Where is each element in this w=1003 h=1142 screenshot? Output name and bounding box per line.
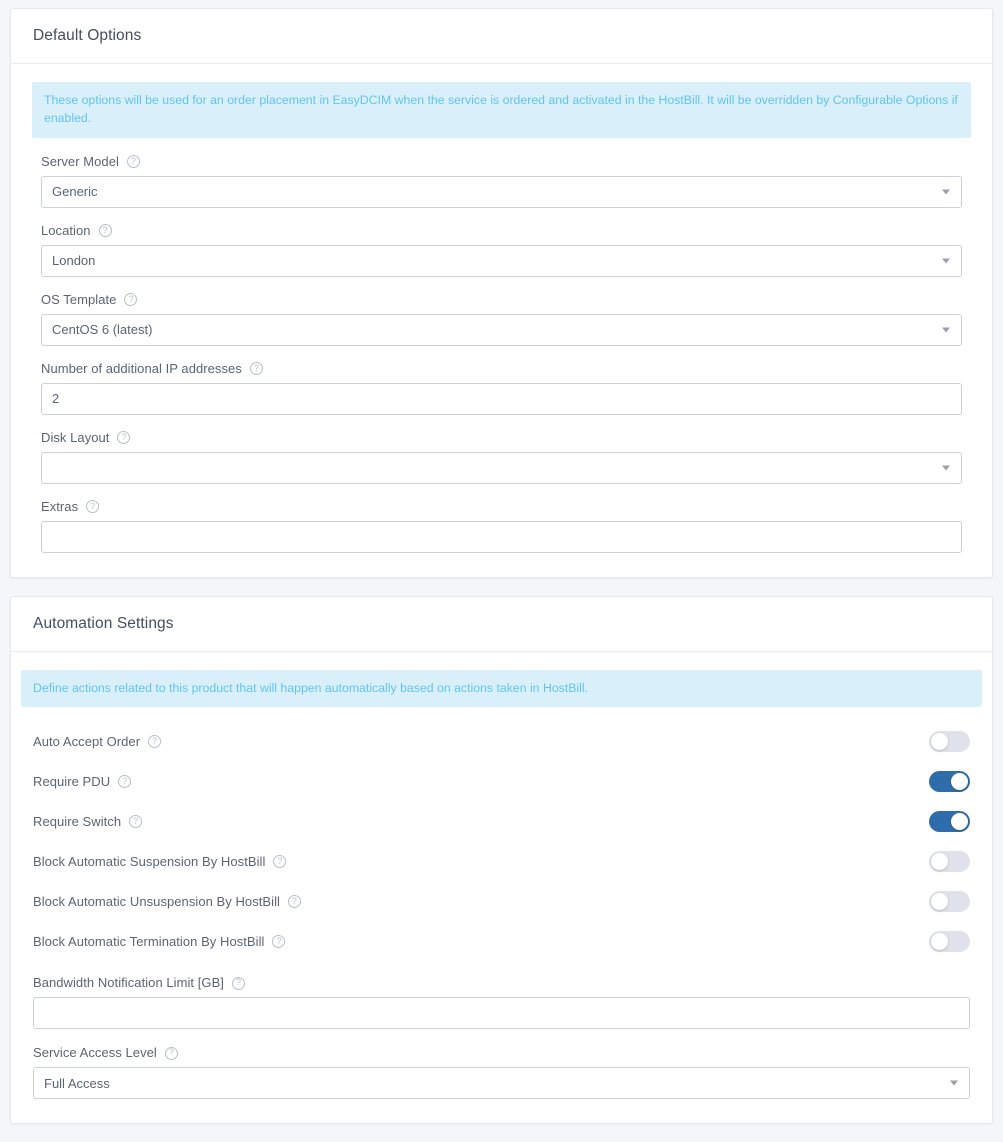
help-circle-icon[interactable]: ?	[273, 855, 287, 869]
label-extras: Extras ?	[41, 499, 962, 514]
field-bandwidth-notification-limit: Bandwidth Notification Limit [GB] ?	[21, 975, 982, 1030]
help-circle-icon[interactable]: ?	[231, 976, 245, 990]
help-circle-icon[interactable]: ?	[164, 1046, 178, 1060]
page-title: Default Options	[33, 27, 142, 44]
select-wrap-server-model: Generic	[41, 175, 962, 208]
label-additional-ip-addresses: Number of additional IP addresses ?	[41, 361, 962, 376]
row-auto-accept-order: Auto Accept Order ?	[21, 721, 982, 761]
field-service-access-level: Service Access Level ? Full Access	[21, 1045, 982, 1100]
field-extras: Extras ?	[32, 499, 971, 553]
label-text: Require Switch	[33, 813, 122, 829]
row-require-switch: Require Switch ?	[21, 801, 982, 841]
field-os-template: OS Template ? CentOS 6 (latest)	[32, 292, 971, 346]
label-service-access-level: Service Access Level ?	[33, 1045, 970, 1060]
default-options-card: Default Options These options will be us…	[10, 8, 993, 578]
select-wrap-location: London	[41, 244, 962, 277]
toggle-require-switch[interactable]	[929, 810, 970, 832]
help-circle-icon[interactable]: ?	[148, 735, 162, 749]
help-circle-icon[interactable]: ?	[124, 293, 138, 307]
toggle-block-automatic-unsuspension[interactable]	[929, 890, 970, 912]
os-template-select[interactable]: CentOS 6 (latest)	[41, 313, 962, 346]
row-block-automatic-suspension: Block Automatic Suspension By HostBill ?	[21, 841, 982, 881]
toggle-knob	[951, 812, 968, 830]
row-require-pdu: Require PDU ?	[21, 761, 982, 801]
section-title: Automation Settings	[33, 614, 174, 632]
row-block-automatic-unsuspension: Block Automatic Unsuspension By HostBill…	[21, 881, 982, 921]
toggle-knob	[931, 732, 948, 750]
label-text: Disk Layout	[41, 429, 110, 445]
help-circle-icon[interactable]: ?	[118, 775, 132, 789]
help-circle-icon[interactable]: ?	[287, 895, 301, 909]
field-location: Location ? London	[32, 223, 971, 277]
label-text: Block Automatic Suspension By HostBill	[33, 853, 266, 869]
label-os-template: OS Template ?	[41, 292, 962, 307]
select-wrap-service-access-level: Full Access	[33, 1067, 970, 1100]
help-circle-icon[interactable]: ?	[126, 155, 140, 169]
label-text: Server Model	[41, 153, 119, 169]
disk-layout-select[interactable]	[41, 451, 962, 484]
label-require-switch: Require Switch ?	[33, 813, 143, 829]
extras-input[interactable]	[41, 520, 962, 553]
toggle-auto-accept-order[interactable]	[929, 730, 970, 752]
label-require-pdu: Require PDU ?	[33, 773, 132, 789]
label-server-model: Server Model ?	[41, 154, 962, 169]
additional-ip-addresses-input[interactable]: 2	[41, 382, 962, 415]
automation-settings-body: Define actions related to this product t…	[11, 652, 992, 1124]
help-circle-icon[interactable]: ?	[272, 935, 286, 949]
toggle-knob	[931, 852, 948, 870]
label-text: Require PDU	[33, 773, 111, 789]
label-text: Location	[41, 222, 91, 238]
select-wrap-disk-layout	[41, 451, 962, 484]
automation-settings-info-banner: Define actions related to this product t…	[21, 669, 982, 708]
help-circle-icon[interactable]: ?	[249, 362, 263, 376]
label-text: Extras	[41, 498, 79, 514]
label-text: Service Access Level	[33, 1045, 157, 1061]
field-disk-layout: Disk Layout ?	[32, 430, 971, 484]
label-block-automatic-unsuspension: Block Automatic Unsuspension By HostBill…	[33, 894, 301, 909]
help-circle-icon[interactable]: ?	[117, 431, 131, 445]
default-options-header: Default Options	[11, 9, 992, 64]
row-block-automatic-termination: Block Automatic Termination By HostBill …	[21, 921, 982, 961]
field-server-model: Server Model ? Generic	[32, 154, 971, 208]
select-wrap-os-template: CentOS 6 (latest)	[41, 313, 962, 346]
bandwidth-notification-limit-input[interactable]	[33, 997, 970, 1030]
automation-settings-card: Automation Settings Define actions relat…	[10, 595, 993, 1125]
label-bandwidth-notification-limit: Bandwidth Notification Limit [GB] ?	[33, 975, 970, 990]
default-options-body: These options will be used for an order …	[11, 64, 992, 577]
label-text: Number of additional IP addresses	[41, 360, 242, 376]
automation-settings-header: Automation Settings	[11, 597, 992, 652]
help-circle-icon[interactable]: ?	[98, 224, 112, 238]
help-circle-icon[interactable]: ?	[129, 815, 143, 829]
label-text: Block Automatic Unsuspension By HostBill	[33, 893, 280, 909]
default-options-info-banner: These options will be used for an order …	[32, 82, 971, 138]
label-block-automatic-termination: Block Automatic Termination By HostBill …	[33, 933, 286, 949]
field-additional-ip-addresses: Number of additional IP addresses ? 2	[32, 361, 971, 415]
toggle-knob	[931, 932, 948, 950]
label-text: Block Automatic Termination By HostBill	[33, 933, 265, 949]
toggle-block-automatic-termination[interactable]	[929, 930, 970, 952]
label-text: Auto Accept Order	[33, 733, 141, 749]
label-text: Bandwidth Notification Limit [GB]	[33, 975, 224, 991]
toggle-knob	[951, 772, 968, 790]
toggle-block-automatic-suspension[interactable]	[929, 850, 970, 872]
label-disk-layout: Disk Layout ?	[41, 430, 962, 445]
service-access-level-select[interactable]: Full Access	[33, 1067, 970, 1100]
toggle-require-pdu[interactable]	[929, 770, 970, 792]
server-model-select[interactable]: Generic	[41, 175, 962, 208]
label-location: Location ?	[41, 223, 962, 238]
help-circle-icon[interactable]: ?	[86, 500, 100, 514]
label-text: OS Template	[41, 291, 117, 307]
toggle-knob	[931, 892, 948, 910]
location-select[interactable]: London	[41, 244, 962, 277]
label-block-automatic-suspension: Block Automatic Suspension By HostBill ?	[33, 853, 287, 869]
label-auto-accept-order: Auto Accept Order ?	[33, 733, 162, 749]
